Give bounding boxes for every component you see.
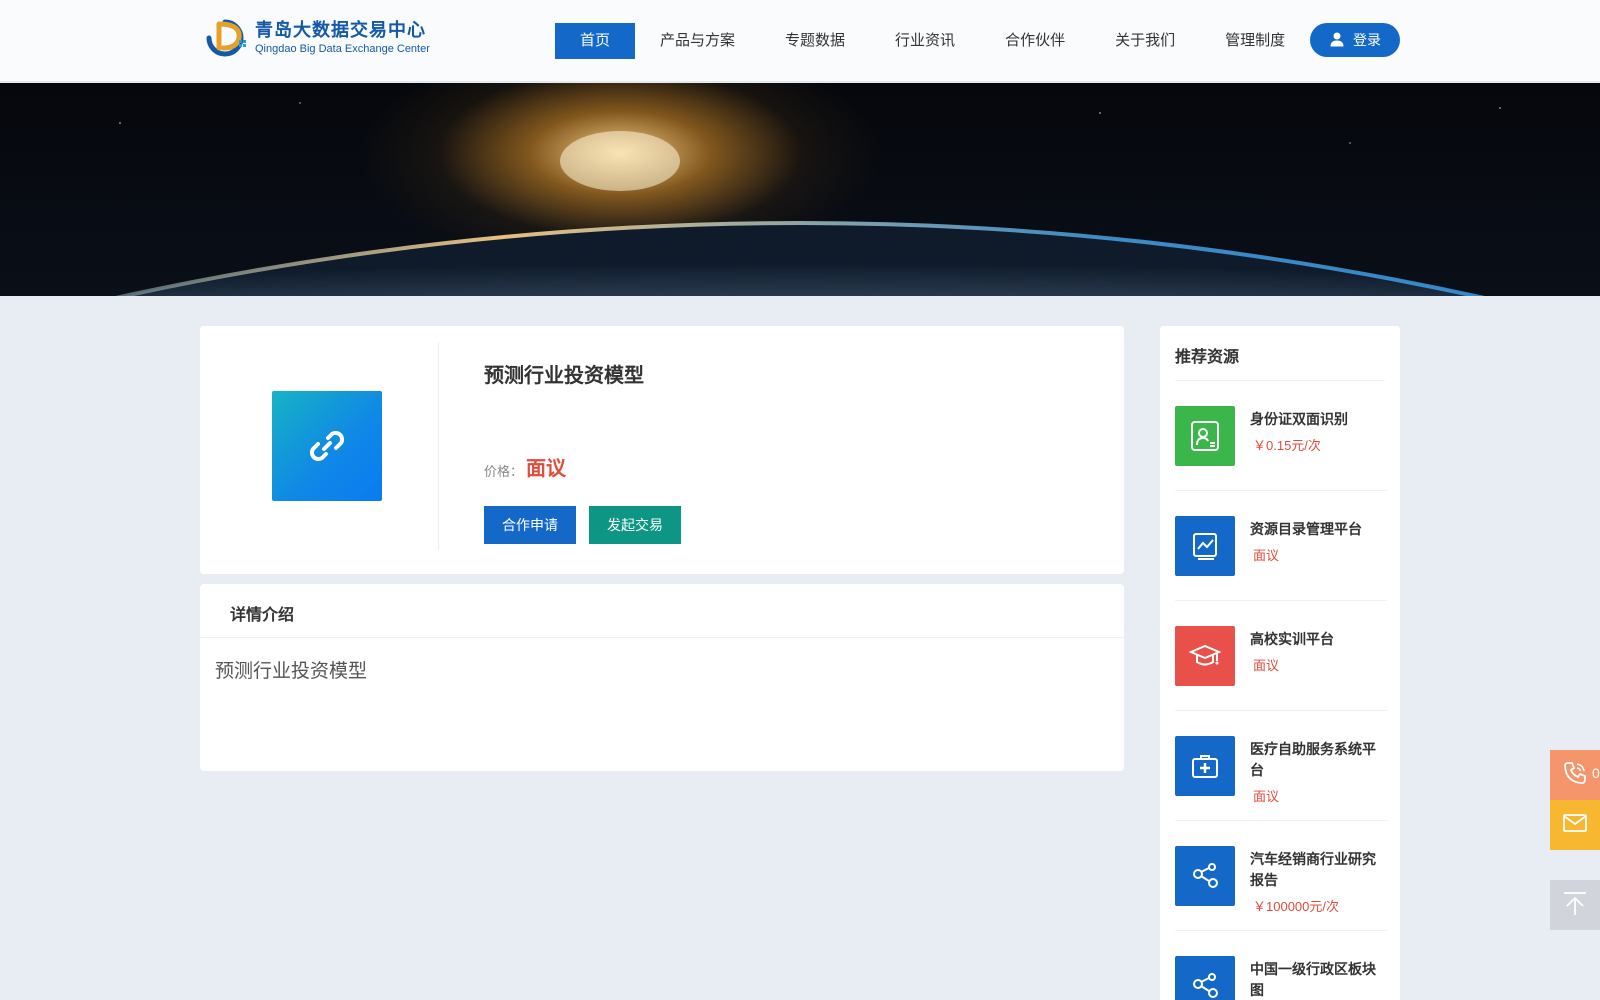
user-icon bbox=[1329, 31, 1345, 50]
price-label: 价格： bbox=[484, 464, 524, 479]
arrow-up-icon bbox=[1561, 889, 1589, 922]
price-value: 面议 bbox=[526, 458, 566, 480]
rec-item-name: 汽车经销商行业研究报告 bbox=[1250, 851, 1376, 888]
rec-item-medical-platform[interactable]: 医疗自助服务系统平台 面议 bbox=[1175, 711, 1387, 821]
detail-body: 预测行业投资模型 bbox=[215, 661, 368, 682]
link-icon bbox=[309, 430, 345, 462]
rec-item-auto-dealer-report[interactable]: 汽车经销商行业研究报告 ￥100000元/次 bbox=[1175, 821, 1387, 931]
divider bbox=[438, 342, 439, 550]
product-card: 预测行业投资模型 价格： 面议 合作申请 发起交易 bbox=[200, 326, 1124, 574]
detail-heading: 详情介绍 bbox=[230, 607, 295, 624]
nav-topic-data[interactable]: 专题数据 bbox=[760, 23, 870, 59]
rec-item-name: 高校实训平台 bbox=[1250, 631, 1334, 647]
phone-icon bbox=[1562, 760, 1588, 791]
mail-icon bbox=[1563, 813, 1587, 837]
email-contact-button[interactable] bbox=[1550, 800, 1600, 850]
back-to-top-button[interactable] bbox=[1550, 880, 1600, 930]
hero-banner bbox=[0, 83, 1600, 296]
detail-header: 详情介绍 bbox=[200, 584, 1124, 638]
rec-item-name: 身份证双面识别 bbox=[1250, 411, 1348, 427]
phone-number-text: 0 bbox=[1592, 765, 1600, 781]
product-title: 预测行业投资模型 bbox=[484, 365, 644, 387]
phone-contact-button[interactable]: 0 bbox=[1550, 750, 1600, 800]
nav-products[interactable]: 产品与方案 bbox=[635, 23, 760, 59]
sidebar-title: 推荐资源 bbox=[1175, 349, 1240, 366]
nav-about-us[interactable]: 关于我们 bbox=[1090, 23, 1200, 59]
rec-item-admin-region-map[interactable]: 中国一级行政区板块图 bbox=[1175, 931, 1387, 1000]
rec-item-name: 资源目录管理平台 bbox=[1250, 521, 1362, 537]
earth-horizon-image bbox=[115, 102, 1501, 296]
main-nav: 首页 产品与方案 专题数据 行业资讯 合作伙伴 关于我们 管理制度 bbox=[555, 23, 1310, 59]
nav-partners[interactable]: 合作伙伴 bbox=[980, 23, 1090, 59]
nav-management-rules[interactable]: 管理制度 bbox=[1200, 23, 1310, 59]
login-button[interactable]: 登录 bbox=[1310, 23, 1400, 57]
recommended-resources: 推荐资源 身份证双面识别 ￥0.15元/次 资源目录管理平台 面议 高校实训平台… bbox=[1160, 326, 1400, 1000]
medical-kit-icon bbox=[1175, 736, 1235, 796]
site-logo[interactable]: 青岛大数据交易中心 Qingdao Big Data Exchange Cent… bbox=[199, 13, 444, 63]
rec-item-name: 医疗自助服务系统平台 bbox=[1250, 741, 1376, 778]
nav-industry-news[interactable]: 行业资讯 bbox=[870, 23, 980, 59]
site-header: 青岛大数据交易中心 Qingdao Big Data Exchange Cent… bbox=[0, 0, 1600, 82]
product-image bbox=[272, 391, 382, 501]
graduation-cap-icon bbox=[1175, 626, 1235, 686]
rec-item-price: 面议 bbox=[1253, 789, 1280, 804]
rec-item-catalog-platform[interactable]: 资源目录管理平台 面议 bbox=[1175, 491, 1387, 601]
logo-mark-icon bbox=[199, 14, 249, 62]
rec-item-price: ￥100000元/次 bbox=[1253, 899, 1339, 914]
detail-card: 详情介绍 预测行业投资模型 bbox=[200, 584, 1124, 771]
id-card-icon bbox=[1175, 406, 1235, 466]
rec-item-price: ￥0.15元/次 bbox=[1253, 438, 1321, 453]
network-nodes-icon bbox=[1175, 956, 1235, 1000]
rec-item-price: 面议 bbox=[1253, 658, 1280, 673]
logo-title: 青岛大数据交易中心 bbox=[255, 20, 426, 40]
rec-item-name: 中国一级行政区板块图 bbox=[1250, 961, 1376, 998]
chart-doc-icon bbox=[1175, 516, 1235, 576]
cooperation-apply-button[interactable]: 合作申请 bbox=[484, 506, 576, 544]
login-label: 登录 bbox=[1353, 32, 1381, 48]
logo-subtitle: Qingdao Big Data Exchange Center bbox=[255, 43, 430, 55]
rec-item-training-platform[interactable]: 高校实训平台 面议 bbox=[1175, 601, 1387, 711]
start-trade-button[interactable]: 发起交易 bbox=[589, 506, 681, 544]
network-nodes-icon bbox=[1175, 846, 1235, 906]
nav-home[interactable]: 首页 bbox=[555, 23, 636, 59]
rec-item-price: 面议 bbox=[1253, 548, 1280, 563]
rec-item-id-recognition[interactable]: 身份证双面识别 ￥0.15元/次 bbox=[1175, 381, 1387, 491]
